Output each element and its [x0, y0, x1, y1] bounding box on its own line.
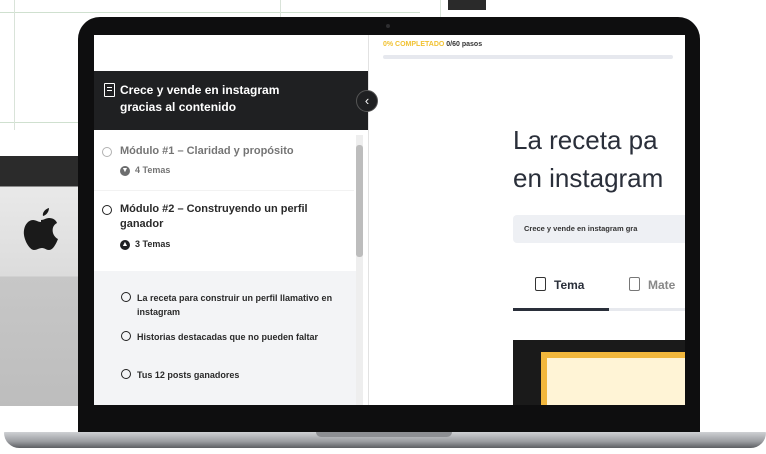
progress-percent: 0% COMPLETADO — [383, 41, 445, 48]
document-icon — [535, 277, 546, 291]
video-thumbnail — [541, 352, 685, 405]
lesson-heading-line: en instagram — [513, 163, 664, 193]
module-title: Módulo #1 – Claridad y propósito — [120, 145, 294, 157]
breadcrumb-course-link[interactable]: Crece y vende en instagram gra — [524, 224, 637, 233]
module-status-circle-icon — [102, 205, 112, 215]
lesson-tabs: Tema Mate — [513, 273, 685, 313]
tab-label: Tema — [554, 278, 585, 292]
tab-label: Mate — [648, 278, 676, 292]
module-item[interactable]: Módulo #1 – Claridad y propósito ▼ 4 Tema… — [94, 135, 354, 191]
module-topics-count: 4 Temas — [135, 165, 171, 175]
module-topics-count: 3 Temas — [135, 239, 171, 249]
file-icon — [629, 277, 640, 291]
lesson-heading: La receta pa en instagram — [513, 121, 685, 197]
course-header[interactable]: Crece y vende en instagram gracias al co… — [94, 71, 368, 130]
collapse-sidebar-button[interactable]: ‹ — [356, 90, 378, 112]
sidebar-top-bar — [94, 35, 368, 72]
chevron-down-icon: ▼ — [120, 165, 130, 176]
lesson-status-circle-icon — [121, 331, 131, 341]
laptop-screen: Crece y vende en instagram gracias al co… — [94, 35, 685, 405]
lesson-status-circle-icon — [121, 292, 131, 302]
document-icon — [104, 83, 115, 97]
apple-logo-icon — [23, 208, 58, 250]
lesson-status-circle-icon — [121, 369, 131, 379]
lesson-title: Tus 12 posts ganadores — [137, 370, 240, 380]
breadcrumb[interactable]: Crece y vende en instagram gra — [513, 215, 685, 243]
progress-bar — [383, 55, 673, 59]
tab-underline — [513, 308, 685, 311]
laptop-notch — [316, 432, 452, 437]
lesson-list: La receta para construir un perfil llama… — [94, 271, 356, 405]
lesson-heading-line: La receta pa — [513, 125, 658, 155]
module-topics-toggle[interactable]: ▲ 3 Temas — [120, 239, 170, 250]
module-topics-toggle[interactable]: ▼ 4 Temas — [120, 165, 170, 176]
course-sidebar: Crece y vende en instagram gracias al co… — [94, 35, 369, 405]
chevron-up-icon: ▲ — [120, 239, 130, 250]
tab-topic[interactable]: Tema — [535, 277, 584, 292]
background-imac — [0, 156, 90, 406]
progress-steps: 0/60 pasos — [446, 41, 483, 48]
active-tab-indicator — [513, 308, 609, 311]
lesson-title: La receta para construir un perfil llama… — [137, 293, 333, 317]
chevron-left-icon: ‹ — [364, 93, 370, 108]
course-title: Crece y vende en instagram gracias al co… — [120, 83, 280, 114]
lesson-content: 0% COMPLETADO 0/60 pasos La receta pa en… — [369, 35, 685, 405]
laptop-camera — [386, 24, 390, 28]
lesson-video[interactable] — [513, 340, 685, 405]
tab-materials[interactable]: Mate — [629, 277, 675, 292]
sidebar-scrollbar-thumb[interactable] — [356, 145, 363, 257]
module-status-circle-icon — [102, 147, 112, 157]
module-item[interactable]: Módulo #2 – Construyendo un perfil ganad… — [94, 191, 354, 268]
lesson-title: Historias destacadas que no pueden falta… — [137, 332, 319, 342]
progress-label: 0% COMPLETADO 0/60 pasos — [383, 41, 482, 48]
background-device-edge — [448, 0, 486, 10]
module-title: Módulo #2 – Construyendo un perfil ganad… — [120, 203, 308, 230]
